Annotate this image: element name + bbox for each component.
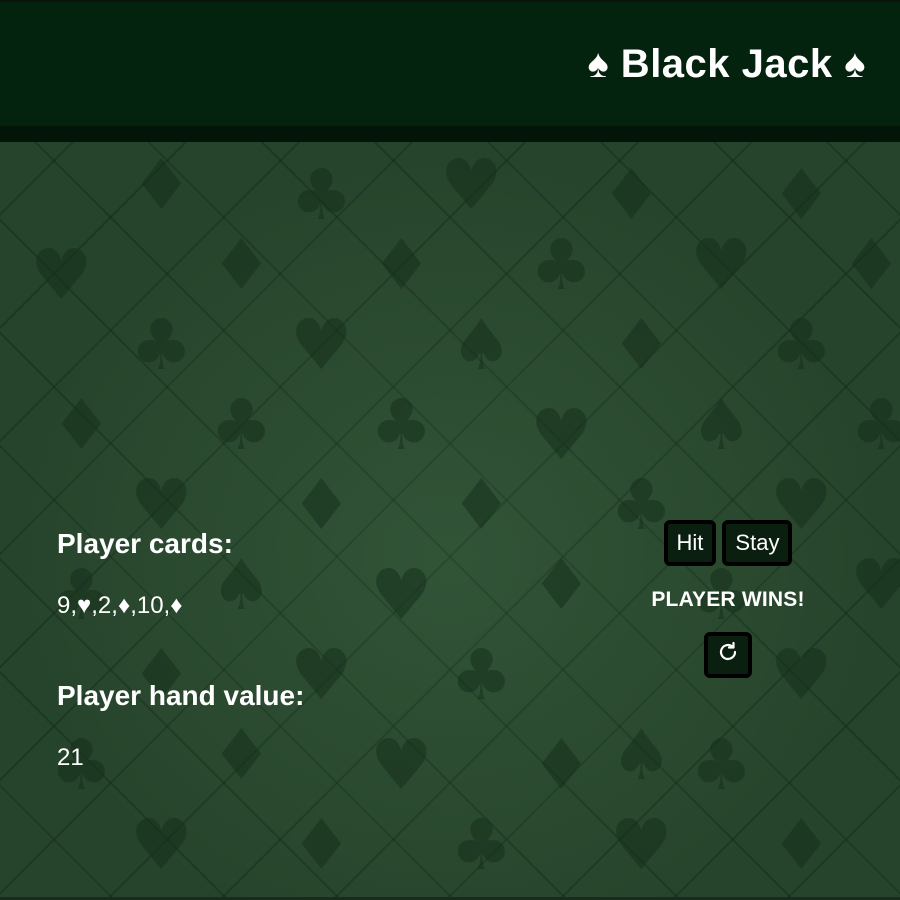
heart-pattern-icon: ♥: [370, 724, 433, 806]
spade-pattern-icon: ♠: [450, 304, 513, 386]
diamond-pattern-icon: ♦: [210, 224, 273, 306]
club-pattern-icon: ♣: [530, 224, 593, 306]
heart-pattern-icon: ♦: [450, 464, 513, 546]
heart-pattern-icon: ♥: [370, 554, 433, 636]
reset-button[interactable]: [704, 632, 752, 678]
spade-pattern-icon: ♣: [210, 384, 273, 466]
action-buttons: Hit Stay: [600, 520, 856, 566]
club-pattern-icon: ♣: [370, 384, 433, 466]
heart-pattern-icon: ♥: [530, 394, 593, 476]
header-divider: [0, 126, 900, 142]
club-pattern-icon: ♣: [290, 154, 353, 236]
diamond-pattern-icon: ♦: [840, 224, 900, 306]
spade-pattern-icon: ♦: [130, 144, 193, 226]
diamond-pattern-icon: ♦: [370, 224, 433, 306]
diamond-pattern-icon: ♦: [530, 724, 593, 806]
heart-pattern-icon: ♥: [30, 234, 93, 316]
diamond-pattern-icon: ♦: [610, 304, 673, 386]
spade-pattern-icon: ♠: [690, 384, 753, 466]
club-pattern-icon: ♣: [690, 724, 753, 806]
heart-pattern-icon: ♥: [850, 544, 900, 626]
spade-pattern-icon: ♠: [610, 714, 673, 796]
club-pattern-icon: ♣: [770, 304, 833, 386]
player-cards-value: 9,♥,2,♦,10,♦: [57, 592, 183, 619]
heart-pattern-icon: ♦: [50, 384, 113, 466]
heart-pattern-icon: ♥: [610, 804, 673, 886]
club-pattern-icon: ♣: [130, 304, 193, 386]
player-hand-value: 21: [57, 744, 84, 771]
diamond-pattern-icon: ♦: [210, 714, 273, 796]
diamond-pattern-icon: ♦: [290, 804, 353, 886]
game-controls: Hit Stay PLAYER WINS!: [600, 520, 856, 678]
heart-pattern-icon: ♥: [440, 144, 503, 226]
hit-button[interactable]: Hit: [663, 520, 717, 566]
header-bar: ♠ Black Jack ♠: [0, 0, 900, 126]
reset-row: [600, 632, 856, 678]
page-title: ♠ Black Jack ♠: [587, 42, 866, 86]
club-pattern-icon: ♣: [850, 384, 900, 466]
club-pattern-icon: ♦: [770, 154, 833, 236]
player-cards-label: Player cards:: [57, 528, 233, 559]
refresh-icon: [716, 640, 740, 670]
club-pattern-icon: ♣: [450, 634, 513, 716]
heart-pattern-icon: ♥: [130, 804, 193, 886]
diamond-pattern-icon: ♦: [600, 154, 663, 236]
diamond-pattern-icon: ♦: [770, 804, 833, 886]
diamond-pattern-icon: ♦: [290, 464, 353, 546]
player-hand-value-label: Player hand value:: [57, 680, 305, 711]
diamond-pattern-icon: ♦: [530, 544, 593, 626]
game-result-text: PLAYER WINS!: [651, 588, 805, 611]
spade-pattern-icon: ♠: [210, 544, 273, 626]
club-pattern-icon: ♣: [450, 804, 513, 886]
heart-pattern-icon: ♥: [690, 224, 753, 306]
heart-pattern-icon: ♥: [290, 304, 353, 386]
stay-button[interactable]: Stay: [722, 520, 793, 566]
